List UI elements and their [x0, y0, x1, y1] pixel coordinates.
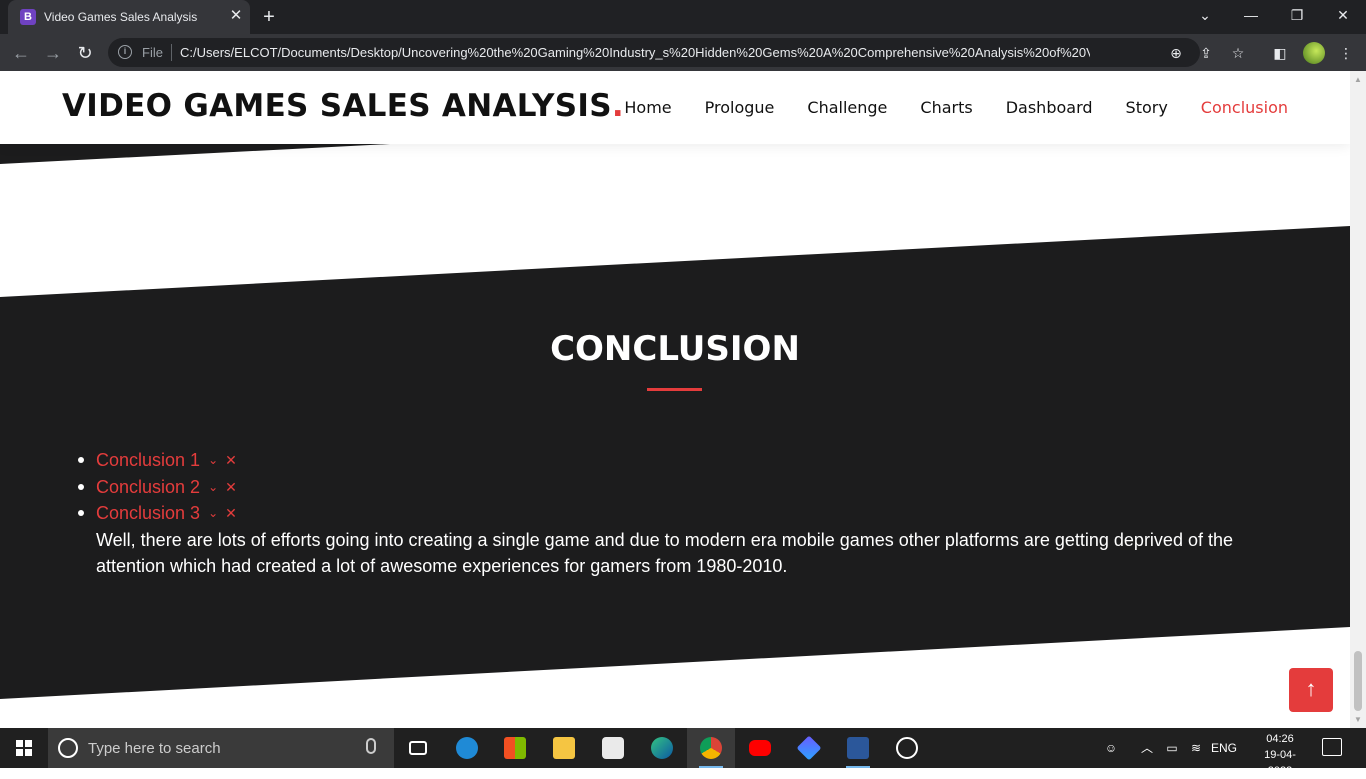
- mic-icon[interactable]: [366, 738, 376, 754]
- chevron-down-icon[interactable]: ⌄: [208, 502, 218, 525]
- address-bar[interactable]: i File C:/Users/ELCOT/Documents/Desktop/…: [108, 38, 1244, 67]
- back-to-top-button[interactable]: ↑: [1289, 668, 1333, 712]
- page-scrollbar[interactable]: ▲ ▼: [1350, 71, 1366, 728]
- conclusion-3-body: Well, there are lots of efforts going in…: [96, 530, 1233, 576]
- start-button[interactable]: [0, 728, 48, 768]
- browser-tab[interactable]: B Video Games Sales Analysis ✕: [8, 0, 250, 34]
- tray-chevron-up-icon[interactable]: ︿: [1138, 728, 1156, 768]
- taskbar-edge-legacy[interactable]: [443, 728, 491, 768]
- photos-icon: [896, 737, 918, 759]
- chrome-icon: [700, 737, 722, 759]
- folder-icon: [553, 737, 575, 759]
- reload-icon[interactable]: ↻: [72, 40, 98, 66]
- taskbar-app-blue[interactable]: [785, 728, 833, 768]
- top-slant-divider: [0, 144, 390, 164]
- close-icon[interactable]: ✕: [225, 476, 237, 499]
- search-placeholder: Type here to search: [88, 740, 221, 757]
- nav-prologue[interactable]: Prologue: [705, 98, 775, 117]
- nav-story[interactable]: Story: [1126, 98, 1168, 117]
- arrow-up-icon: ↑: [1305, 676, 1317, 701]
- clock-date: 19-04-2023: [1264, 749, 1296, 777]
- nav-home[interactable]: Home: [624, 98, 671, 117]
- conclusion-item-label: Conclusion 2: [96, 476, 201, 497]
- close-icon[interactable]: ✕: [225, 449, 237, 472]
- chevron-down-icon[interactable]: ⌄: [208, 449, 218, 472]
- title-underline: [647, 388, 702, 391]
- nav-dashboard[interactable]: Dashboard: [1006, 98, 1093, 117]
- close-icon[interactable]: ✕: [225, 502, 237, 525]
- page-viewport: VIDEO GAMES SALES ANALYSIS. Home Prologu…: [0, 71, 1350, 728]
- nav-charts[interactable]: Charts: [920, 98, 972, 117]
- new-tab-button[interactable]: +: [258, 6, 280, 28]
- nav-conclusion[interactable]: Conclusion: [1201, 98, 1288, 117]
- back-arrow-icon[interactable]: ←: [8, 40, 34, 66]
- info-icon[interactable]: i: [118, 45, 132, 59]
- main-nav: Home Prologue Challenge Charts Dashboard…: [624, 71, 1288, 144]
- taskbar-chrome[interactable]: [687, 728, 735, 768]
- minimize-window-button[interactable]: —: [1228, 0, 1274, 30]
- windows-taskbar: Type here to search ☺ ︿ ▭ ≋ ENG 04:26 19…: [0, 728, 1366, 777]
- app-diamond-icon: [796, 735, 822, 761]
- tab-favicon-icon: B: [20, 9, 36, 25]
- task-view-icon: [409, 741, 427, 755]
- conclusion-item-label: Conclusion 1: [96, 450, 201, 470]
- profile-avatar[interactable]: [1303, 42, 1325, 64]
- task-view-button[interactable]: [394, 728, 442, 768]
- clock-time: 04:26: [1266, 733, 1294, 745]
- camera-icon: [602, 737, 624, 759]
- taskbar-photos[interactable]: [883, 728, 931, 768]
- search-icon: [58, 738, 78, 758]
- sidepanel-icon[interactable]: ◧: [1270, 43, 1290, 63]
- conclusion-item-1[interactable]: Conclusion 1 ⌄ ✕: [78, 449, 1296, 476]
- taskbar-clock[interactable]: 04:26 19-04-2023: [1252, 731, 1308, 779]
- edge-icon: [456, 737, 478, 759]
- url-text[interactable]: C:/Users/ELCOT/Documents/Desktop/Uncover…: [180, 45, 1090, 60]
- zoom-icon[interactable]: ⊕: [1166, 43, 1186, 63]
- taskbar-youtube[interactable]: [736, 728, 784, 768]
- taskbar-camera[interactable]: [589, 728, 637, 768]
- language-indicator[interactable]: ENG: [1208, 728, 1240, 768]
- conclusion-item-label: Conclusion 3: [96, 503, 201, 523]
- restore-window-button[interactable]: ❐: [1274, 0, 1320, 30]
- tab-close-icon[interactable]: ✕: [226, 6, 246, 26]
- brand-dot: .: [611, 88, 624, 124]
- forward-arrow-icon[interactable]: →: [40, 40, 66, 66]
- edge-chromium-icon: [651, 737, 673, 759]
- windows-logo-icon: [16, 740, 32, 756]
- taskbar-store[interactable]: [491, 728, 539, 768]
- taskbar-edge[interactable]: [638, 728, 686, 768]
- conclusion-list: Conclusion 1 ⌄ ✕ Conclusion 2 ⌄ ✕ Conclusion…: [78, 449, 1296, 529]
- url-divider: [171, 44, 172, 61]
- kebab-menu-icon[interactable]: ⋮: [1336, 43, 1356, 63]
- brand-text: VIDEO GAMES SALES ANALYSIS: [62, 88, 612, 124]
- word-icon: [847, 737, 869, 759]
- star-icon[interactable]: ☆: [1228, 43, 1248, 63]
- tab-search-chevron-icon[interactable]: ⌄: [1182, 0, 1228, 30]
- scroll-down-icon[interactable]: ▼: [1354, 715, 1362, 724]
- section-title: CONCLUSION: [550, 329, 800, 369]
- share-icon[interactable]: ⇪: [1196, 43, 1216, 63]
- taskbar-file-explorer[interactable]: [540, 728, 588, 768]
- youtube-icon: [749, 740, 771, 756]
- taskbar-word[interactable]: [834, 728, 882, 768]
- url-scheme-label: File: [142, 45, 163, 60]
- scroll-up-icon[interactable]: ▲: [1354, 75, 1362, 84]
- site-brand[interactable]: VIDEO GAMES SALES ANALYSIS.: [62, 88, 624, 124]
- tab-title: Video Games Sales Analysis: [44, 10, 198, 24]
- battery-icon[interactable]: ▭: [1162, 728, 1182, 768]
- wifi-icon[interactable]: ≋: [1186, 728, 1206, 768]
- chevron-down-icon[interactable]: ⌄: [208, 476, 218, 499]
- site-header: VIDEO GAMES SALES ANALYSIS. Home Prologu…: [0, 71, 1350, 144]
- close-window-button[interactable]: ✕: [1320, 0, 1366, 30]
- store-icon: [504, 737, 526, 759]
- browser-toolbar: ← → ↻ i File C:/Users/ELCOT/Documents/De…: [0, 34, 1366, 71]
- conclusion-item-3[interactable]: Conclusion 3 ⌄ ✕: [78, 502, 1296, 529]
- notification-icon[interactable]: [1322, 738, 1342, 756]
- browser-tab-bar: B Video Games Sales Analysis ✕ + ⌄ — ❐ ✕: [0, 0, 1366, 34]
- scrollbar-thumb[interactable]: [1354, 651, 1362, 711]
- people-icon[interactable]: ☺: [1100, 728, 1122, 768]
- nav-challenge[interactable]: Challenge: [807, 98, 887, 117]
- taskbar-search[interactable]: Type here to search: [48, 728, 394, 768]
- conclusion-item-2[interactable]: Conclusion 2 ⌄ ✕: [78, 476, 1296, 503]
